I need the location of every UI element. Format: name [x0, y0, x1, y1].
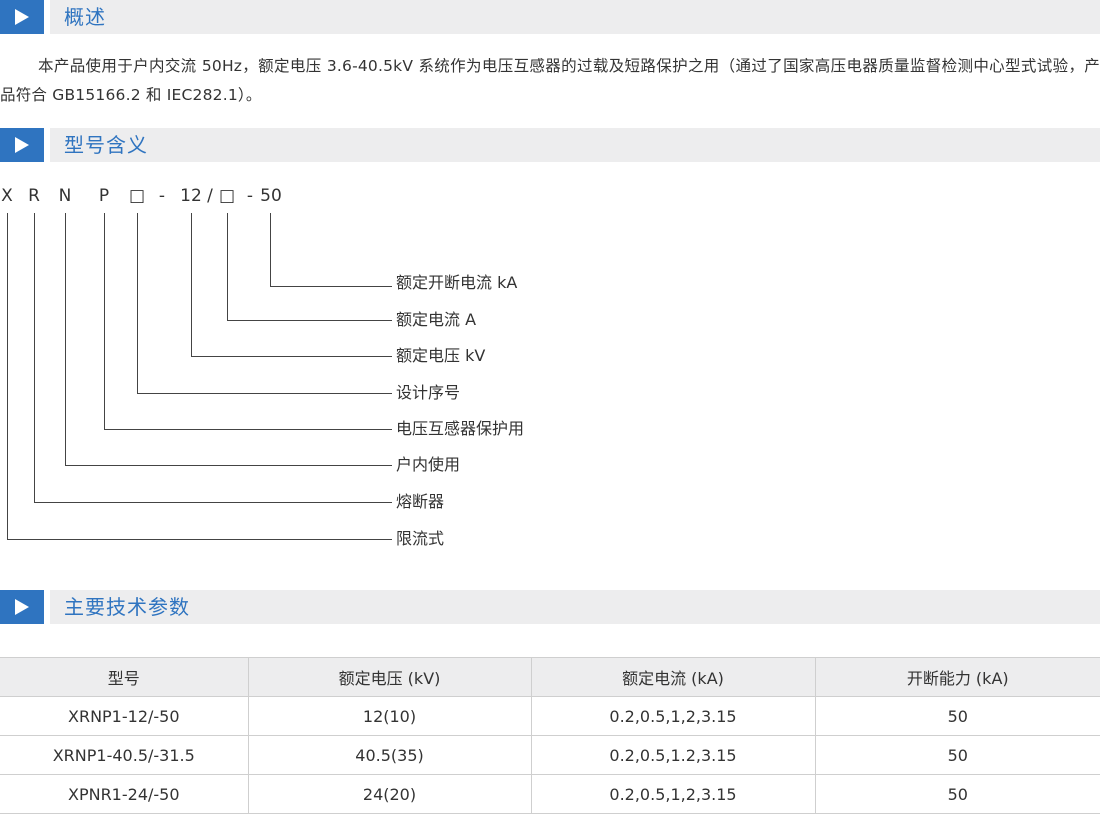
leader-line-1	[270, 213, 392, 287]
table-header-cell: 开断能力 (kA)	[815, 657, 1100, 697]
label-vt-protection: 电压互感器保护用	[396, 419, 525, 438]
section-title-bar: 主要技术参数	[50, 590, 1100, 624]
table-header-cell: 型号	[0, 657, 249, 697]
table-cell: 0.2,0.5,1,2,3.15	[531, 774, 816, 814]
label-rated-breaking-current: 额定开断电流 kA	[396, 273, 518, 292]
table-header-cell: 额定电流 (kA)	[531, 657, 816, 697]
label-rated-current: 额定电流 A	[396, 310, 477, 329]
label-fuse: 熔断器	[396, 492, 445, 511]
leader-line-3	[191, 213, 392, 357]
leader-line-7	[34, 213, 392, 503]
spec-table: 型号 额定电压 (kV) 额定电流 (kA) 开断能力 (kA) XRNP1-1…	[0, 657, 1100, 814]
section-title: 主要技术参数	[64, 595, 190, 619]
label-indoor-use: 户内使用	[396, 455, 461, 474]
leader-line-6	[65, 213, 392, 466]
table-cell: XRNP1-12/-50	[0, 696, 249, 736]
table-cell: 0.2,0.5,1,2,3.15	[531, 696, 816, 736]
label-design-serial: 设计序号	[396, 383, 461, 402]
table-cell: 50	[815, 696, 1100, 736]
table-header-cell: 额定电压 (kV)	[248, 657, 532, 697]
table-cell: XRNP1-40.5/-31.5	[0, 735, 249, 775]
section-header-tech-params: 主要技术参数	[0, 590, 1100, 624]
table-cell: 50	[815, 774, 1100, 814]
table-cell: XPNR1-24/-50	[0, 774, 249, 814]
table-cell: 40.5(35)	[248, 735, 532, 775]
table-cell: 12(10)	[248, 696, 532, 736]
table-cell: 24(20)	[248, 774, 532, 814]
table-row: XRNP1-40.5/-31.5 40.5(35) 0.2,0.5,1.2,3.…	[0, 735, 1100, 775]
label-rated-voltage: 额定电压 kV	[396, 346, 486, 365]
table-row: XRNP1-12/-50 12(10) 0.2,0.5,1,2,3.15 50	[0, 696, 1100, 736]
leader-line-4	[137, 213, 392, 394]
table-header-row: 型号 额定电压 (kV) 额定电流 (kA) 开断能力 (kA)	[0, 657, 1100, 697]
play-arrow-icon	[0, 590, 44, 624]
leader-line-5	[104, 213, 392, 430]
label-current-limiting: 限流式	[396, 529, 445, 548]
table-cell: 50	[815, 735, 1100, 775]
leader-line-2	[227, 213, 392, 321]
table-row: XPNR1-24/-50 24(20) 0.2,0.5,1,2,3.15 50	[0, 774, 1100, 814]
table-cell: 0.2,0.5,1.2,3.15	[531, 735, 816, 775]
